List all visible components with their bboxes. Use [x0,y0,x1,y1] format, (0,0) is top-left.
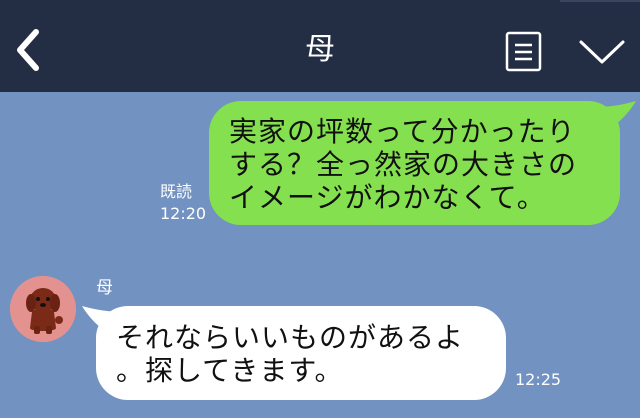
outgoing-bubble-tail [596,101,640,141]
chevron-down-icon [579,40,625,64]
note-icon [505,31,542,72]
header-accent-line [560,0,640,2]
menu-toggle-button[interactable] [577,33,627,69]
incoming-message-text: それならいいものがあるよ 。探してきます。 [116,321,465,387]
read-receipt: 既読 [160,182,193,201]
chat-header: 母 [0,0,640,92]
avatar[interactable] [10,276,76,342]
poodle-avatar-icon [10,276,76,342]
incoming-message-time: 12:25 [515,370,562,389]
outgoing-message-time: 12:20 [160,204,207,223]
outgoing-message-text: 実家の坪数って分かったり する？全っ然家の大きさの イメージがわかなくて。 [229,115,578,214]
sender-name: 母 [96,278,113,298]
memo-button[interactable] [505,31,543,73]
back-button[interactable] [8,22,52,78]
chevron-left-icon [17,29,39,71]
chat-title: 母 [305,32,335,67]
